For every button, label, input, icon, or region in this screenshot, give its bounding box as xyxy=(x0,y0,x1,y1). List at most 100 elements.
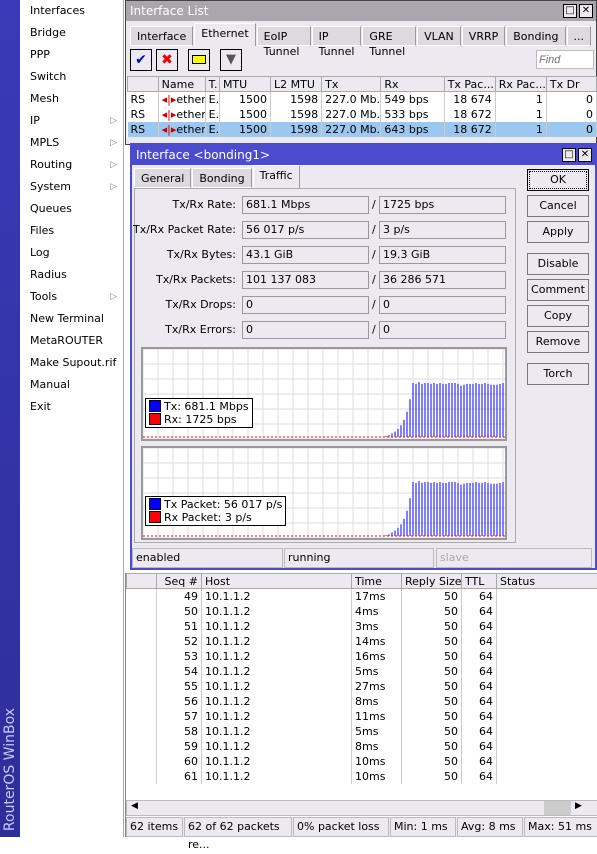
ping-status: Min: 1 ms xyxy=(390,817,456,837)
table-row[interactable]: RS◂|▸ether2E..15001598227.0 Mb...533 bps… xyxy=(128,107,597,122)
tab-8[interactable]: ... xyxy=(567,26,592,46)
menu-item[interactable]: PPP xyxy=(20,44,123,66)
ok-button[interactable]: OK xyxy=(527,169,589,191)
scroll-thumb[interactable] xyxy=(544,801,571,815)
cell-text: 549 bps xyxy=(384,93,428,106)
title-bar[interactable]: Interface List □✕ xyxy=(126,1,596,21)
menu-item-label: Log xyxy=(30,246,50,259)
dialog-tab-2[interactable]: Traffic xyxy=(253,165,300,188)
column-header[interactable]: Tx Pac... xyxy=(444,77,495,92)
table-row[interactable]: 5610.1.1.28ms5064 xyxy=(127,694,597,709)
menu-item[interactable]: Switch xyxy=(20,66,123,88)
table-row[interactable]: 5110.1.1.23ms5064 xyxy=(127,619,597,634)
menu-item[interactable]: Files xyxy=(20,220,123,242)
table-row[interactable]: 5010.1.1.24ms5064 xyxy=(127,604,597,619)
close-icon[interactable]: ✕ xyxy=(579,4,593,18)
column-header[interactable]: Tx Dr xyxy=(546,77,596,92)
column-header[interactable]: Rx xyxy=(381,77,444,92)
table-row[interactable]: 6010.1.1.210ms5064 xyxy=(127,754,597,769)
horizontal-scrollbar[interactable]: ◀ ▶ xyxy=(126,800,597,816)
tab-3[interactable]: IP Tunnel xyxy=(312,26,362,46)
tab-5[interactable]: VLAN xyxy=(417,26,461,46)
column-header[interactable]: T. xyxy=(205,77,219,92)
close-icon[interactable]: ✕ xyxy=(578,148,592,162)
menu-item[interactable]: New Terminal xyxy=(20,308,123,330)
remove-button[interactable]: Remove xyxy=(527,331,589,353)
table-row[interactable]: 5810.1.1.25ms5064 xyxy=(127,724,597,739)
column-header[interactable]: Status xyxy=(497,574,597,589)
table-row[interactable]: 5710.1.1.211ms5064 xyxy=(127,709,597,724)
cell: 49 xyxy=(157,589,202,604)
column-header[interactable]: Seq # xyxy=(157,574,202,589)
dialog-tab-0[interactable]: General xyxy=(134,168,191,188)
table-row[interactable]: 5410.1.1.25ms5064 xyxy=(127,664,597,679)
column-header[interactable]: Name xyxy=(158,77,205,92)
column-header[interactable]: Tx xyxy=(322,77,381,92)
menu-item[interactable]: MPLS▷ xyxy=(20,132,123,154)
maximize-icon[interactable]: □ xyxy=(563,4,577,18)
cell: 50 xyxy=(402,589,462,604)
scroll-left-icon[interactable]: ◀ xyxy=(131,801,138,811)
menu-item[interactable]: Manual xyxy=(20,374,123,396)
column-header[interactable]: Reply Size xyxy=(402,574,462,589)
column-header[interactable]: Time xyxy=(352,574,402,589)
table-row[interactable]: 6110.1.1.210ms5064 xyxy=(127,769,597,784)
menu-item[interactable]: Mesh xyxy=(20,88,123,110)
cancel-button[interactable]: Cancel xyxy=(527,195,589,217)
filter-icon[interactable]: ▼ xyxy=(220,49,242,71)
tx-swatch xyxy=(149,400,161,412)
column-header[interactable]: TTL xyxy=(462,574,497,589)
table-row[interactable]: RS◂|▸ether1E..15001598227.0 Mb...549 bps… xyxy=(128,92,597,107)
column-header[interactable]: Rx Pac... xyxy=(495,77,546,92)
table-row[interactable]: 5310.1.1.216ms5064 xyxy=(127,649,597,664)
menu-item[interactable]: IP▷ xyxy=(20,110,123,132)
tab-2[interactable]: EoIP Tunnel xyxy=(257,26,311,46)
tab-1[interactable]: Ethernet xyxy=(194,23,255,46)
menu-item[interactable]: Routing▷ xyxy=(20,154,123,176)
menu-item[interactable]: Queues xyxy=(20,198,123,220)
enable-check-icon[interactable]: ✔ xyxy=(130,49,152,71)
dialog-title-bar[interactable]: Interface <bonding1> □✕ xyxy=(132,145,595,165)
column-header[interactable]: L2 MTU xyxy=(271,77,322,92)
comment-button[interactable]: Comment xyxy=(527,279,589,301)
menu-item[interactable]: Tools▷ xyxy=(20,286,123,308)
apply-button[interactable]: Apply xyxy=(527,221,589,243)
menu-item[interactable]: Exit xyxy=(20,396,123,418)
menu-item[interactable]: System▷ xyxy=(20,176,123,198)
torch-button[interactable]: Torch xyxy=(527,363,589,385)
tab-0[interactable]: Interface xyxy=(130,26,193,46)
maximize-icon[interactable]: □ xyxy=(562,148,576,162)
tab-bar: InterfaceEthernetEoIP TunnelIP TunnelGRE… xyxy=(126,21,596,46)
submenu-arrow-icon: ▷ xyxy=(110,110,117,132)
table-row[interactable]: 5910.1.1.28ms5064 xyxy=(127,739,597,754)
menu-item[interactable]: Interfaces xyxy=(20,0,123,22)
cell: 16ms xyxy=(352,649,402,664)
menu-item[interactable]: MetaROUTER xyxy=(20,330,123,352)
copy-button[interactable]: Copy xyxy=(527,305,589,327)
table-row[interactable]: RS◂|▸ether3E..15001598227.0 Mb...643 bps… xyxy=(128,122,597,137)
find-input[interactable] xyxy=(536,50,594,69)
tab-4[interactable]: GRE Tunnel xyxy=(362,26,416,46)
tab-6[interactable]: VRRP xyxy=(462,26,505,46)
disable-button[interactable]: Disable xyxy=(527,253,589,275)
menu-item[interactable]: Log xyxy=(20,242,123,264)
cell xyxy=(497,664,597,679)
table-row[interactable]: 4910.1.1.217ms5064 xyxy=(127,589,597,604)
scroll-right-icon[interactable]: ▶ xyxy=(575,801,582,811)
column-header[interactable] xyxy=(128,77,159,92)
column-header[interactable]: Host xyxy=(202,574,352,589)
menu-item-label: Manual xyxy=(30,378,70,391)
submenu-arrow-icon: ▷ xyxy=(110,154,117,176)
menu-item[interactable]: Bridge xyxy=(20,22,123,44)
legend-tx: Tx: 681.1 Mbps xyxy=(164,400,249,413)
dialog-tab-1[interactable]: Bonding xyxy=(192,168,251,188)
disable-x-icon[interactable]: ✖ xyxy=(156,49,178,71)
table-row[interactable]: 5510.1.1.227ms5064 xyxy=(127,679,597,694)
menu-item[interactable]: Make Supout.rif xyxy=(20,352,123,374)
comment-note-icon[interactable] xyxy=(188,49,210,71)
column-header[interactable]: MTU xyxy=(219,77,270,92)
menu-item[interactable]: Radius xyxy=(20,264,123,286)
cell: 50 xyxy=(402,769,462,784)
table-row[interactable]: 5210.1.1.214ms5064 xyxy=(127,634,597,649)
tab-7[interactable]: Bonding xyxy=(506,26,565,46)
